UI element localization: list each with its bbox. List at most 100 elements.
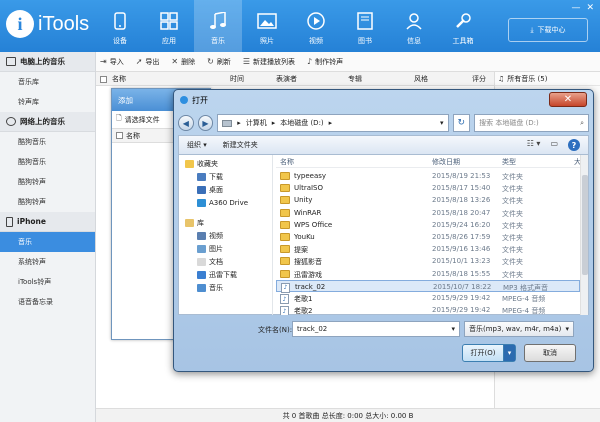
sidebar-item-voice-memos[interactable]: 语音备忘录 [0, 292, 95, 312]
nav-item[interactable]: A360 Drive [179, 196, 272, 209]
refresh-button[interactable]: ↻ 刷新 [207, 57, 231, 67]
file-row[interactable]: ♪ 老歌1 2015/9/29 19:42 MPEG-4 音频 [276, 292, 580, 304]
col-file-name[interactable]: 名称 [280, 157, 294, 167]
file-row[interactable]: ♪ 老歌2 2015/9/29 19:42 MPEG-4 音频 [276, 304, 580, 315]
nav-item[interactable]: 下载 [179, 170, 272, 183]
refresh-button[interactable]: ↻ [452, 114, 471, 132]
cancel-button[interactable]: 取消 [524, 344, 576, 362]
file-type: MPEG-4 音频 [502, 307, 546, 315]
sidebar-item-music-library[interactable]: 音乐库 [0, 72, 95, 92]
sidebar-item-system-ringtones[interactable]: 系统铃声 [0, 252, 95, 272]
chevron-down-icon[interactable]: ▾ [451, 325, 455, 333]
download-center-button[interactable]: ⤓ 下载中心 [508, 18, 588, 42]
export-button[interactable]: ➚ 导出 [136, 57, 160, 67]
folder-row[interactable]: UltraISO 2015/8/17 15:40 文件夹 [276, 182, 580, 194]
folder-row[interactable]: 搜狐影音 2015/10/1 13:23 文件夹 [276, 255, 580, 267]
col-album[interactable]: 专辑 [348, 74, 362, 84]
address-bar[interactable]: ▸ 计算机 ▸ 本地磁盘 (D:) ▸ ▾ [217, 114, 449, 132]
file-name: WPS Office [294, 220, 333, 229]
file-list: 名称 修改日期 类型 大 typeeasy 2015/8/19 21:53 文件夹 U… [276, 155, 588, 315]
nav-label: 图书 [358, 37, 372, 45]
sidebar-group-pc-music: 电脑上的音乐 [0, 52, 95, 72]
minimize-icon[interactable]: — [571, 3, 580, 13]
forward-button[interactable]: ▶ [197, 115, 214, 131]
breadcrumb-sep-icon: ▸ [237, 119, 241, 127]
col-genre[interactable]: 风格 [414, 74, 428, 84]
command-bar: 组织 ▾ 新建文件夹 ☷ ▾ ▭ ? [178, 135, 589, 155]
playlist-all-music[interactable]: ♫ 所有音乐 (5) [495, 72, 600, 86]
open-button[interactable]: 打开(O) ▾ [462, 344, 516, 362]
file-type: 文件夹 [502, 185, 523, 194]
make-ringtone-button[interactable]: ♪ 制作铃声 [307, 57, 343, 67]
nav-toolbox[interactable]: 工具箱 [439, 0, 487, 52]
nav-item[interactable]: 视频 [179, 229, 272, 242]
folder-row[interactable]: 提案 2015/9/16 13:46 文件夹 [276, 243, 580, 255]
sidebar-item-iphone-music[interactable]: 音乐 [0, 232, 95, 252]
preview-pane-icon[interactable]: ▭ [550, 139, 558, 151]
folder-row[interactable]: typeeasy 2015/8/19 21:53 文件夹 [276, 170, 580, 182]
sidebar-item-ringtone-library[interactable]: 铃声库 [0, 92, 95, 112]
window-controls: — ✕ [571, 3, 594, 13]
nav-item[interactable]: 库 [179, 216, 272, 229]
file-row[interactable]: ♪ track_02 2015/10/7 18:22 MP3 格式声音 [276, 279, 580, 293]
close-button[interactable]: ✕ [549, 92, 587, 107]
sidebar-item-kugou-music-1[interactable]: 酷狗音乐 [0, 132, 95, 152]
folder-row[interactable]: WinRAR 2015/8/18 20:47 文件夹 [276, 207, 580, 219]
nav-music[interactable]: 音乐 [194, 0, 242, 52]
nav-info[interactable]: 信息 [390, 0, 438, 52]
organize-button[interactable]: 组织 ▾ [187, 140, 207, 150]
sidebar-item-kugou-ringtone-2[interactable]: 酷狗铃声 [0, 192, 95, 212]
help-icon[interactable]: ? [568, 139, 580, 151]
sidebar-item-itools-ringtones[interactable]: iTools铃声 [0, 272, 95, 292]
back-button[interactable]: ◀ [178, 115, 194, 131]
open-file-dialog: 打开 ✕ ◀ ▶ ▸ 计算机 ▸ 本地磁盘 (D:) ▸ ▾ ↻ 搜索 本地磁盘… [173, 89, 594, 372]
breadcrumb-drive-d[interactable]: 本地磁盘 (D:) [280, 118, 323, 128]
view-options-icon[interactable]: ☷ ▾ [527, 139, 541, 151]
breadcrumb-computer[interactable]: 计算机 [246, 118, 267, 128]
vertical-scrollbar[interactable] [580, 155, 588, 315]
video-play-icon [306, 11, 326, 31]
filename-input[interactable]: track_02 ▾ [292, 321, 460, 337]
open-split-arrow-icon[interactable]: ▾ [503, 345, 515, 361]
sidebar-item-kugou-music-2[interactable]: 酷狗音乐 [0, 152, 95, 172]
new-playlist-button[interactable]: ☰ 新建播放列表 [243, 57, 295, 67]
file-date: 2015/9/16 13:46 [432, 245, 491, 254]
file-type-filter[interactable]: 音乐(mp3, wav, m4r, m4a) ▾ [464, 321, 574, 337]
scrollbar-thumb[interactable] [582, 175, 588, 275]
drive-icon [222, 119, 233, 127]
col-file-date[interactable]: 修改日期 [432, 157, 460, 167]
col-file-type[interactable]: 类型 [502, 157, 516, 167]
delete-button[interactable]: ✕ 删除 [171, 57, 195, 67]
folder-row[interactable]: Unity 2015/8/18 13:26 文件夹 [276, 194, 580, 206]
nav-item[interactable]: 桌面 [179, 183, 272, 196]
nav-photos[interactable]: 照片 [243, 0, 291, 52]
select-all-checkbox[interactable] [116, 132, 123, 139]
address-dropdown-icon[interactable]: ▾ [440, 119, 444, 127]
nav-video[interactable]: 视频 [292, 0, 340, 52]
sidebar-item-kugou-ringtone-1[interactable]: 酷狗铃声 [0, 172, 95, 192]
arrow-left-icon: ◀ [182, 118, 189, 128]
nav-device[interactable]: 设备 [96, 0, 144, 52]
new-folder-button[interactable]: 新建文件夹 [223, 140, 258, 150]
download-icon: ⤓ [530, 25, 534, 34]
nav-item[interactable]: 收藏夹 [179, 157, 272, 170]
import-button[interactable]: ⇥ 导入 [100, 57, 124, 67]
nav-books[interactable]: 图书 [341, 0, 389, 52]
close-icon[interactable]: ✕ [586, 3, 594, 13]
col-rating[interactable]: 评分 [472, 74, 486, 84]
folder-row[interactable]: YouKu 2015/8/26 17:59 文件夹 [276, 231, 580, 243]
search-input[interactable]: 搜索 本地磁盘 (D:) ⌕ [474, 114, 589, 132]
nav-folder-icon [197, 283, 206, 292]
nav-item[interactable]: 迅雷下载 [179, 268, 272, 281]
file-name: 迅雷游戏 [294, 270, 322, 279]
nav-apps[interactable]: 应用 [145, 0, 193, 52]
col-time[interactable]: 时间 [230, 74, 244, 84]
nav-folder-icon [197, 231, 206, 240]
folder-row[interactable]: WPS Office 2015/9/24 16:20 文件夹 [276, 219, 580, 231]
nav-item[interactable]: 文档 [179, 255, 272, 268]
col-artist[interactable]: 表演者 [276, 74, 297, 84]
col-name[interactable]: 名称 [112, 74, 126, 84]
folder-row[interactable]: 迅雷游戏 2015/8/18 15:55 文件夹 [276, 268, 580, 280]
nav-item[interactable]: 音乐 [179, 281, 272, 294]
nav-item[interactable]: 图片 [179, 242, 272, 255]
